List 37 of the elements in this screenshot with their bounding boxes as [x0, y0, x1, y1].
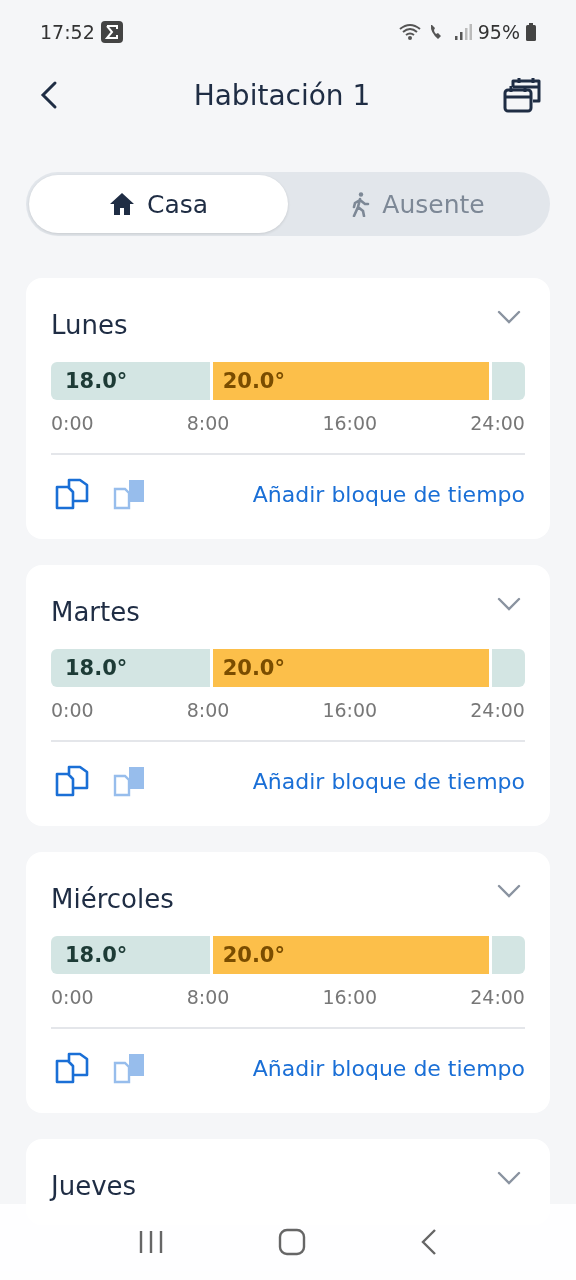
time-tick: 24:00: [470, 412, 525, 434]
status-time: 17:52: [40, 21, 95, 43]
time-tick: 8:00: [186, 986, 230, 1008]
wifi-icon: [397, 22, 422, 42]
time-block[interactable]: 18.0°: [51, 362, 210, 400]
time-tick: 16:00: [322, 412, 378, 434]
time-tick: 0:00: [51, 986, 94, 1008]
time-block[interactable]: 18.0°: [51, 649, 210, 687]
battery-icon: [526, 23, 536, 41]
time-block[interactable]: 20.0°: [212, 936, 489, 974]
page-title: Habitación 1: [193, 78, 371, 112]
time-tick: 24:00: [470, 699, 525, 721]
mode-tab[interactable]: Casa: [29, 175, 288, 233]
time-tick: 16:00: [322, 986, 378, 1008]
time-tick: 0:00: [51, 412, 94, 434]
home-icon: [108, 192, 135, 216]
add-time-block-link[interactable]: Añadir bloque de tiempo: [252, 768, 525, 794]
time-block[interactable]: 20.0°: [212, 362, 489, 400]
time-block[interactable]: 20.0°: [212, 649, 489, 687]
walking-person-icon: [350, 191, 371, 217]
time-tick: 8:00: [186, 412, 230, 434]
time-tick: 16:00: [322, 699, 378, 721]
add-time-block-link[interactable]: Añadir bloque de tiempo: [252, 1055, 525, 1081]
day-name: Miércoles: [51, 884, 174, 914]
day-name: Martes: [51, 597, 140, 627]
day-name: Lunes: [51, 310, 128, 340]
add-time-block-link[interactable]: Añadir bloque de tiempo: [252, 481, 525, 507]
time-tick: 8:00: [186, 699, 230, 721]
signal-icon: [453, 23, 472, 41]
time-tick: 24:00: [470, 986, 525, 1008]
time-tick: 0:00: [51, 699, 94, 721]
home-button-icon[interactable]: [278, 1228, 306, 1256]
sigma-icon: [100, 21, 123, 43]
mode-tab[interactable]: Ausente: [288, 175, 547, 233]
time-block[interactable]: 18.0°: [51, 936, 210, 974]
battery-level: 95%: [477, 21, 520, 43]
day-name: Jueves: [51, 1171, 137, 1201]
